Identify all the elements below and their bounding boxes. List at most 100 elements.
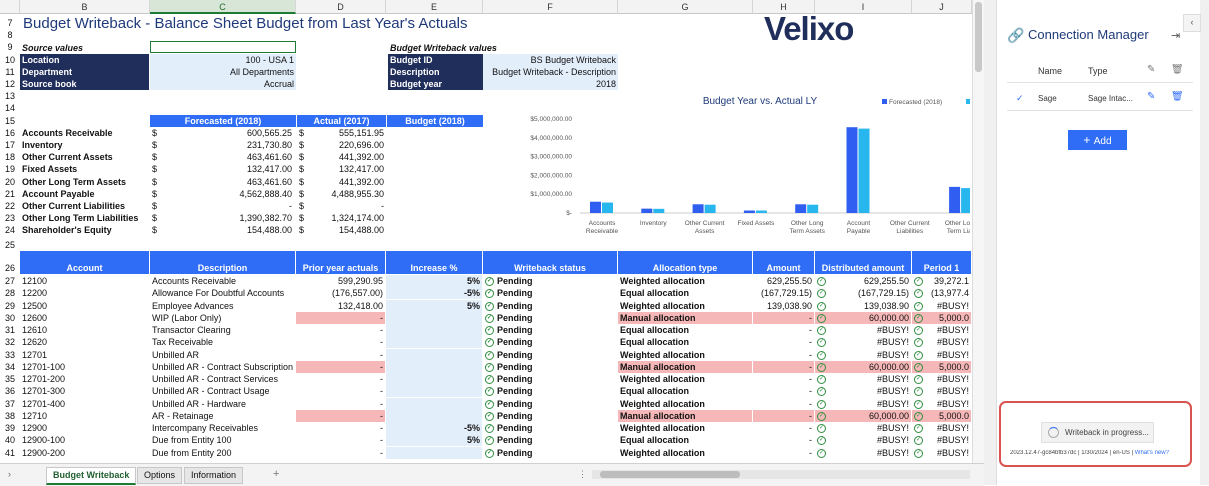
detail-amount[interactable]: (167,729.15): [753, 287, 814, 299]
detail-alloc[interactable]: Equal allocation: [618, 336, 752, 348]
detail-prior[interactable]: (176,557.00): [296, 287, 385, 299]
detail-p1[interactable]: ✓ #BUSY!: [912, 398, 971, 410]
tab-information[interactable]: Information: [184, 467, 244, 484]
detail-header-p1[interactable]: Period 1: [912, 251, 971, 274]
detail-amount[interactable]: -: [753, 336, 814, 348]
budget-value-1[interactable]: Budget Writeback - Description: [483, 65, 618, 78]
detail-alloc[interactable]: Equal allocation: [618, 324, 752, 336]
detail-alloc[interactable]: Equal allocation: [618, 434, 752, 446]
detail-header-account[interactable]: Account: [20, 251, 149, 274]
detail-inc[interactable]: [386, 324, 482, 336]
detail-alloc[interactable]: Manual allocation: [618, 409, 752, 422]
detail-status[interactable]: ✓ Pending: [483, 361, 617, 373]
detail-account[interactable]: 12100: [20, 275, 149, 287]
row-number[interactable]: 33: [0, 350, 20, 360]
detail-desc[interactable]: Due from Entity 200: [150, 447, 295, 459]
detail-account[interactable]: 12701-300: [20, 385, 149, 397]
detail-amount[interactable]: -: [753, 349, 814, 361]
budget-value-2[interactable]: 2018: [483, 78, 618, 90]
row-number[interactable]: 30: [0, 313, 20, 323]
detail-desc[interactable]: Unbilled AR: [150, 349, 295, 361]
detail-prior[interactable]: -: [296, 349, 385, 361]
row-number[interactable]: 32: [0, 337, 20, 347]
row-number[interactable]: 18: [0, 152, 20, 162]
add-connection-button[interactable]: + Add: [1068, 130, 1127, 150]
detail-amount[interactable]: -: [753, 434, 814, 446]
detail-inc[interactable]: [386, 409, 482, 422]
detail-dist[interactable]: ✓ 60,000.00: [815, 311, 911, 324]
tab-options[interactable]: Options: [137, 467, 183, 484]
row-number[interactable]: 29: [0, 301, 20, 311]
summary-forecast[interactable]: 1,390,382.70: [160, 212, 292, 224]
corner-cell[interactable]: [0, 0, 20, 14]
detail-header-dist[interactable]: Distributed amount: [815, 251, 911, 274]
detail-dist[interactable]: ✓ 60,000.00: [815, 360, 911, 373]
detail-dist[interactable]: ✓ #BUSY!: [815, 385, 911, 397]
detail-p1[interactable]: ✓ #BUSY!: [912, 447, 971, 459]
detail-p1[interactable]: ✓ #BUSY!: [912, 385, 971, 397]
summary-forecast[interactable]: 154,488.00: [160, 224, 292, 236]
detail-p1[interactable]: ✓ #BUSY!: [912, 434, 971, 446]
detail-p1[interactable]: ✓ #BUSY!: [912, 324, 971, 336]
detail-status[interactable]: ✓ Pending: [483, 312, 617, 324]
row-number[interactable]: 34: [0, 362, 20, 372]
detail-amount[interactable]: -: [753, 360, 814, 373]
detail-inc[interactable]: 5%: [386, 434, 482, 447]
detail-inc[interactable]: 5%: [386, 275, 482, 287]
summary-forecast[interactable]: 231,730.80: [160, 139, 292, 151]
summary-actual[interactable]: 4,488,955.30: [305, 188, 384, 200]
detail-desc[interactable]: Transactor Clearing: [150, 324, 295, 336]
detail-status[interactable]: ✓ Pending: [483, 422, 617, 434]
row-number[interactable]: 31: [0, 325, 20, 335]
row-number[interactable]: 37: [0, 399, 20, 409]
detail-alloc[interactable]: Manual allocation: [618, 311, 752, 324]
detail-account[interactable]: 12701: [20, 349, 149, 361]
selected-cell[interactable]: [150, 41, 296, 53]
detail-p1[interactable]: ✓ #BUSY!: [912, 422, 971, 434]
detail-alloc[interactable]: Weighted allocation: [618, 349, 752, 361]
detail-status[interactable]: ✓ Pending: [483, 447, 617, 459]
row-number[interactable]: 23: [0, 213, 20, 223]
detail-desc[interactable]: Unbilled AR - Contract Services: [150, 373, 295, 385]
detail-status[interactable]: ✓ Pending: [483, 275, 617, 287]
detail-p1[interactable]: ✓ #BUSY!: [912, 300, 971, 312]
detail-dist[interactable]: ✓ 629,255.50: [815, 275, 911, 287]
detail-inc[interactable]: [386, 360, 482, 373]
row-number[interactable]: 13: [0, 91, 20, 101]
row-number[interactable]: 25: [0, 240, 20, 250]
col-header-b[interactable]: B: [20, 0, 150, 14]
summary-actual[interactable]: 555,151.95: [305, 127, 384, 139]
add-sheet-button[interactable]: +: [273, 468, 279, 480]
detail-amount[interactable]: -: [753, 422, 814, 434]
detail-status[interactable]: ✓ Pending: [483, 287, 617, 299]
detail-p1[interactable]: ✓ 5,000.0: [912, 311, 971, 324]
col-header-e[interactable]: E: [386, 0, 483, 14]
detail-inc[interactable]: [386, 373, 482, 385]
detail-account[interactable]: 12701-200: [20, 373, 149, 385]
source-value-2[interactable]: Accrual: [150, 78, 296, 90]
detail-alloc[interactable]: Weighted allocation: [618, 447, 752, 459]
row-number[interactable]: 26: [0, 263, 20, 273]
summary-actual[interactable]: 154,488.00: [305, 224, 384, 236]
detail-inc[interactable]: -5%: [386, 287, 482, 300]
detail-account[interactable]: 12500: [20, 300, 149, 312]
detail-prior[interactable]: -: [296, 385, 385, 397]
detail-p1[interactable]: ✓ 5,000.0: [912, 360, 971, 373]
col-header-j[interactable]: J: [912, 0, 972, 14]
detail-inc[interactable]: [386, 336, 482, 349]
summary-actual[interactable]: -: [305, 200, 384, 212]
detail-inc[interactable]: -5%: [386, 422, 482, 434]
summary-forecast[interactable]: 132,417.00: [160, 163, 292, 175]
tab-budget-writeback[interactable]: Budget Writeback: [46, 467, 137, 485]
detail-prior[interactable]: -: [296, 360, 385, 373]
summary-actual[interactable]: 441,392.00: [305, 151, 384, 163]
detail-alloc[interactable]: Equal allocation: [618, 287, 752, 299]
detail-desc[interactable]: Tax Receivable: [150, 336, 295, 348]
more-icon[interactable]: ⋮: [578, 469, 587, 480]
row-number[interactable]: 40: [0, 435, 20, 445]
row-number[interactable]: 7: [0, 18, 20, 28]
detail-status[interactable]: ✓ Pending: [483, 336, 617, 348]
detail-p1[interactable]: ✓ #BUSY!: [912, 336, 971, 348]
detail-account[interactable]: 12701-100: [20, 361, 149, 373]
detail-inc[interactable]: [386, 348, 482, 361]
